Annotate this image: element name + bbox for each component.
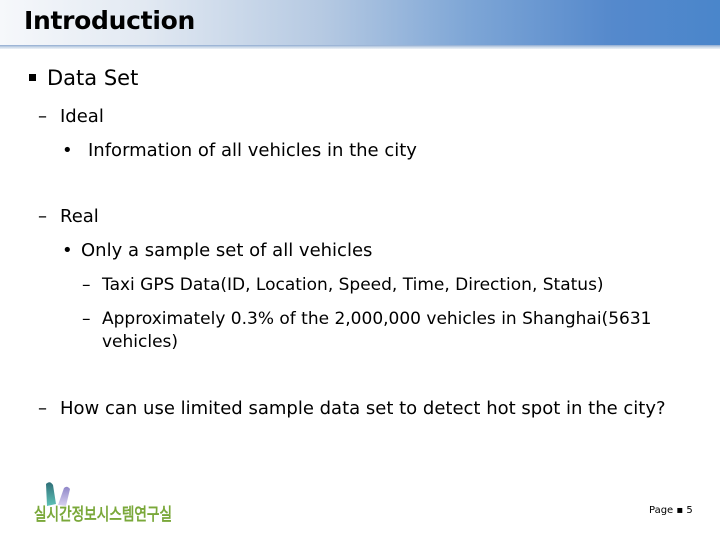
bullet-taxi-gps: Taxi GPS Data(ID, Location, Speed, Time,… xyxy=(102,275,604,295)
dash-bullet-icon: – xyxy=(38,398,47,419)
title-divider xyxy=(0,45,720,49)
dash-bullet-icon: – xyxy=(38,106,47,127)
bullet-real: Real xyxy=(60,206,99,227)
bullet-approximately-continuation: vehicles) xyxy=(102,332,179,352)
bullet-sample-set: Only a sample set of all vehicles xyxy=(81,240,373,261)
bullet-question: How can use limited sample data set to d… xyxy=(60,398,666,419)
dot-bullet-icon: • xyxy=(62,240,73,261)
dash-bullet-icon: – xyxy=(82,309,91,329)
page-value: 5 xyxy=(686,505,693,516)
bullet-data-set: Data Set xyxy=(47,66,139,90)
logo-text: 실시간정보시스템연구실 xyxy=(34,505,172,525)
dot-bullet-icon: • xyxy=(62,140,73,161)
bullet-approximately: Approximately 0.3% of the 2,000,000 vehi… xyxy=(102,309,652,329)
page-separator: ▪ xyxy=(676,505,684,516)
crystal-logo-icon: 실시간정보시스템연구실 xyxy=(34,482,172,525)
bullet-ideal: Ideal xyxy=(60,106,104,127)
dash-bullet-icon: – xyxy=(82,275,91,295)
dash-bullet-icon: – xyxy=(38,206,47,227)
lab-logo: 실시간정보시스템연구실 xyxy=(28,478,178,526)
page-label: Page xyxy=(649,505,674,516)
bullet-information: Information of all vehicles in the city xyxy=(88,140,417,161)
page-number: Page ▪ 5 xyxy=(649,505,693,516)
slide-title: Introduction xyxy=(24,6,195,35)
square-bullet-icon xyxy=(29,74,36,81)
